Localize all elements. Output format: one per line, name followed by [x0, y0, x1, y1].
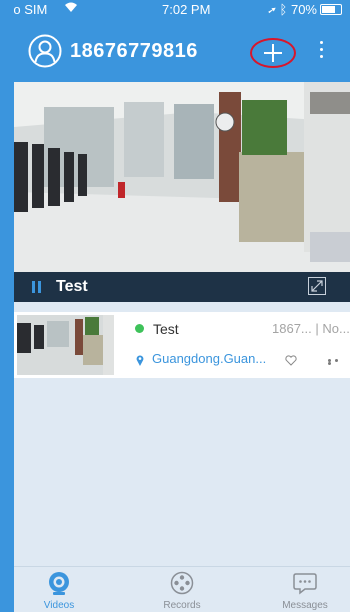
pause-icon[interactable]: [32, 281, 42, 293]
add-device-button[interactable]: [250, 38, 296, 68]
device-thumbnail[interactable]: [17, 315, 114, 375]
app-header: 18676779816: [14, 20, 350, 82]
status-bar: No SIM 7:02 PM ➚ ᛒ 70%: [14, 0, 350, 20]
status-right: ➚ ᛒ 70%: [268, 2, 342, 17]
battery-icon: [320, 4, 342, 15]
carrier-label: No SIM: [14, 2, 48, 17]
device-name: Test: [153, 321, 179, 337]
status-time: 7:02 PM: [162, 2, 211, 17]
chat-bubble-icon: [293, 573, 317, 595]
device-more-icon[interactable]: [328, 359, 346, 365]
bottom-tab-bar: Videos Records Messages: [14, 566, 350, 612]
tab-label: Records: [163, 600, 201, 611]
plus-icon: [264, 44, 282, 62]
film-reel-icon: [170, 571, 194, 595]
fullscreen-icon[interactable]: [308, 277, 326, 295]
app-screen: No SIM 7:02 PM ➚ ᛒ 70% 18676779816: [14, 0, 350, 612]
tab-messages[interactable]: Messages: [260, 571, 350, 611]
favorite-heart-icon[interactable]: [285, 355, 297, 366]
device-id: 1867... | No...: [272, 321, 350, 336]
bluetooth-icon: ᛒ: [279, 2, 288, 17]
tab-records[interactable]: Records: [137, 571, 227, 611]
battery-percent: 70%: [290, 2, 317, 17]
location-pin-icon: [136, 355, 144, 366]
more-menu-icon[interactable]: [318, 38, 324, 64]
tab-videos[interactable]: Videos: [14, 571, 104, 611]
tab-label: Messages: [282, 600, 328, 611]
user-avatar-icon[interactable]: [28, 34, 62, 68]
camera-icon: [49, 572, 69, 595]
device-location[interactable]: Guangdong.Guan...: [152, 351, 266, 366]
account-phone-number: 18676779816: [70, 40, 198, 62]
device-list-item[interactable]: Test 1867... | No... Guangdong.Guan...: [14, 312, 350, 378]
wifi-icon: [64, 1, 78, 16]
location-arrow-icon: ➚: [268, 2, 276, 17]
tab-label: Videos: [43, 600, 75, 611]
video-camera-name: Test: [56, 278, 88, 295]
video-control-bar: Test: [14, 272, 350, 302]
online-status-dot: [135, 324, 144, 333]
live-video-view[interactable]: [14, 82, 350, 272]
